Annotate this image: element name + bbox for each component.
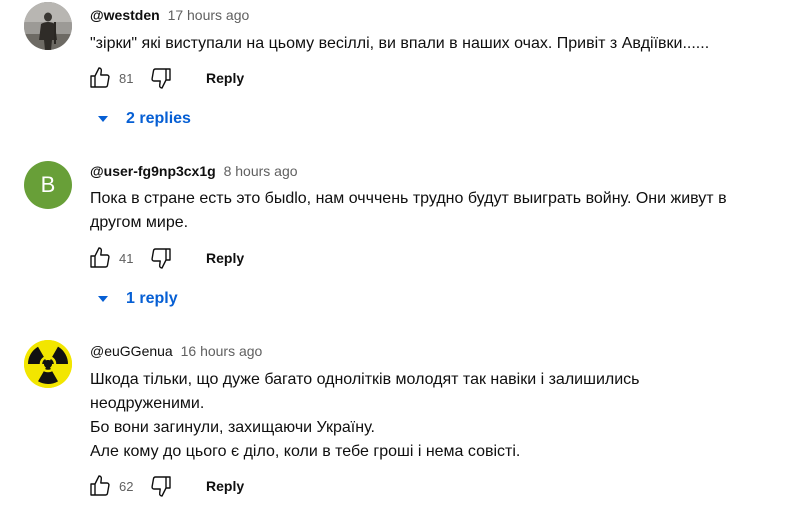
avatar-letter: B [40,172,56,197]
comment-time[interactable]: 8 hours ago [224,163,298,179]
view-replies-button[interactable]: 2 replies [96,107,191,131]
author-name[interactable]: @user-fg9np3cx1g [90,163,216,179]
dislike-button[interactable] [149,246,173,270]
comment-text: Пока в стране есть это быdlo, нам очччен… [90,190,727,231]
thumb-down-icon [151,248,171,269]
reply-button[interactable]: Reply [206,478,244,494]
replies-count-label: 2 replies [126,110,191,127]
comment-actions: 62 Reply [88,474,244,498]
thumb-down-icon [151,68,171,89]
dislike-button[interactable] [149,66,173,90]
comment-header: @user-fg9np3cx1g 8 hours ago [90,163,298,179]
avatar[interactable]: B [24,161,72,209]
reply-button[interactable]: Reply [206,70,244,86]
soldier-photo-icon [24,2,72,50]
author-name[interactable]: @westden [90,7,160,23]
like-count: 41 [119,250,134,266]
like-button[interactable] [88,474,112,498]
comment-actions: 41 Reply [88,246,244,270]
author-name[interactable]: @euGGenua [90,343,173,359]
chevron-down-icon [98,116,108,122]
comment-header: @euGGenua 16 hours ago [90,343,262,359]
comment-time[interactable]: 17 hours ago [168,7,250,23]
replies-count-label: 1 reply [126,290,178,307]
comment-text: Шкода тільки, що дуже багато однолітків … [90,371,640,460]
thumb-down-icon [151,476,171,497]
thumb-up-icon [90,475,110,496]
comment-actions: 81 Reply [88,66,244,90]
comment-time[interactable]: 16 hours ago [181,343,263,359]
dislike-button[interactable] [149,474,173,498]
avatar[interactable] [24,2,72,50]
reply-button[interactable]: Reply [206,250,244,266]
thumb-up-icon [90,247,110,268]
comment-text: "зірки" які виступали на цьому весіллі, … [90,35,710,52]
like-button[interactable] [88,66,112,90]
thumb-up-icon [90,67,110,88]
chevron-down-icon [98,296,108,302]
like-count: 81 [119,70,134,86]
comment-header: @westden 17 hours ago [90,7,249,23]
view-replies-button[interactable]: 1 reply [96,287,178,311]
radiation-symbol-icon [24,340,72,388]
like-button[interactable] [88,246,112,270]
avatar[interactable] [24,340,72,388]
like-count: 62 [119,478,134,494]
